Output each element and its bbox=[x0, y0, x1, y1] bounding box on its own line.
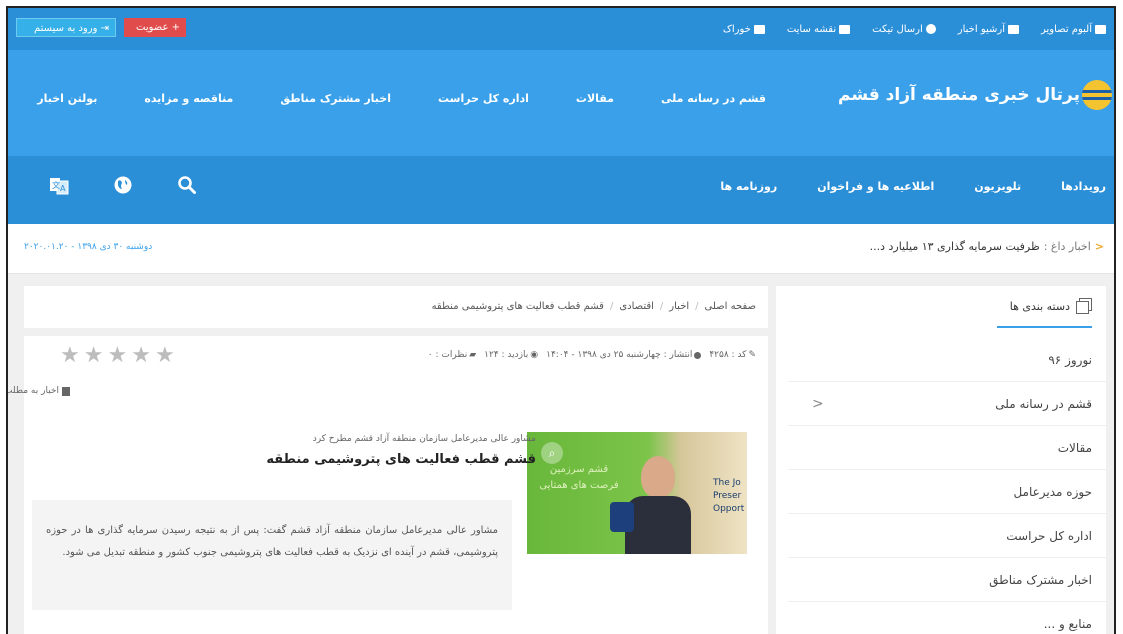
article-meta: ✎ کد : ۴۲۵۸ انتشار : چهارشنبه ۲۵ دی ۱۳۹۸ … bbox=[428, 350, 756, 360]
top-link-ticket[interactable]: ارسال تیکت bbox=[872, 24, 936, 35]
copy-icon bbox=[1076, 298, 1092, 314]
search-icon[interactable] bbox=[176, 174, 198, 196]
ticker-label: اخبار داغ : bbox=[1043, 240, 1091, 253]
svg-text:A: A bbox=[60, 184, 66, 193]
image-caption-text: قشم سرزمین فرصت های همتایی bbox=[539, 464, 619, 491]
top-links: آلبوم تصاویر آرشیو اخبار ارسال تیکت نقشه… bbox=[723, 8, 1106, 50]
category-item-joint-zones[interactable]: اخبار مشترک مناطق bbox=[788, 558, 1106, 602]
nav-item-joint-zones[interactable]: اخبار مشترک مناطق bbox=[280, 92, 391, 105]
translate-icon[interactable]: 文A bbox=[48, 174, 70, 196]
chevron-left-icon: < bbox=[812, 396, 824, 412]
join-button[interactable]: + عضویت bbox=[124, 18, 186, 37]
chevron-left-icon: < bbox=[1094, 240, 1104, 253]
image-side-text: The Jo Preser Opport bbox=[713, 478, 745, 514]
main-content: صفحه اصلی / اخبار / اقتصادی / قشم قطب فع… bbox=[8, 286, 768, 634]
category-item-articles[interactable]: مقالات bbox=[788, 426, 1106, 470]
article-visits: ◉ بازدید : ۱۲۴ bbox=[484, 350, 539, 360]
logo-emblem-icon bbox=[1082, 80, 1112, 110]
gallery-icon bbox=[1095, 24, 1106, 34]
top-link-sitemap[interactable]: نقشه سایت bbox=[787, 24, 851, 35]
ticker-headline[interactable]: ظرفیت سرمایه گذاری ۱۳ میلیارد د... bbox=[870, 240, 1040, 253]
current-date: دوشنبه ۳۰ دی ۱۳۹۸ - ۲۰۲۰.۰۱.۲۰ bbox=[24, 242, 153, 252]
site-title: پرتال خبری منطقه آزاد قشم bbox=[838, 85, 1080, 105]
article-kicker: مشاور عالی مدیرعامل سازمان منطقه آزاد قش… bbox=[312, 434, 536, 444]
breadcrumb: صفحه اصلی / اخبار / اقتصادی / قشم قطب فع… bbox=[24, 286, 768, 328]
site-logo[interactable]: پرتال خبری منطقه آزاد قشم bbox=[838, 80, 1112, 110]
article-image[interactable]: قشم سرزمین فرصت های همتایی The Jo Preser… bbox=[527, 432, 747, 554]
star-icon[interactable]: ★ bbox=[84, 344, 104, 368]
article-comments[interactable]: ▰ نظرات : ۰ bbox=[428, 350, 476, 360]
article-card: ✎ کد : ۴۲۵۸ انتشار : چهارشنبه ۲۵ دی ۱۳۹۸ … bbox=[8, 336, 768, 634]
categories-tab-label: دسته بندی ها bbox=[1009, 299, 1070, 313]
secondary-nav-links: رویدادها تلویزیون اطلاعیه ها و فراخوان ر… bbox=[720, 180, 1106, 193]
zoom-icon[interactable]: ⌕ bbox=[541, 442, 563, 464]
nav-item-articles[interactable]: مقالات bbox=[576, 92, 614, 105]
star-icon[interactable]: ★ bbox=[60, 344, 80, 368]
microphone-icon bbox=[610, 502, 634, 532]
user-plus-icon: + bbox=[171, 22, 180, 33]
pencil-icon: ✎ bbox=[748, 350, 756, 360]
nav-item-bulletin[interactable]: بولتن اخبار bbox=[37, 92, 97, 105]
nav-item-security[interactable]: اداره کل حراست bbox=[438, 92, 529, 105]
breadcrumb-economic[interactable]: اقتصادی bbox=[619, 286, 654, 328]
rss-icon bbox=[753, 24, 765, 34]
breadcrumb-news[interactable]: اخبار bbox=[669, 286, 689, 328]
rating-stars: ★ ★ ★ ★ ★ bbox=[60, 344, 175, 368]
archive-icon bbox=[1007, 24, 1019, 34]
top-link-archive[interactable]: آرشیو اخبار bbox=[958, 24, 1019, 35]
login-label: ورود به سیستم bbox=[33, 23, 98, 34]
nav-item-events[interactable]: رویدادها bbox=[1061, 180, 1106, 193]
news-ticker: دوشنبه ۳۰ دی ۱۳۹۸ - ۲۰۲۰.۰۱.۲۰ < اخبار د… bbox=[8, 224, 1114, 274]
nav-item-national-media[interactable]: قشم در رسانه ملی bbox=[661, 92, 766, 105]
secondary-nav: رویدادها تلویزیون اطلاعیه ها و فراخوان ر… bbox=[8, 156, 1114, 224]
top-link-gallery[interactable]: آلبوم تصاویر bbox=[1041, 24, 1106, 35]
nav-item-tenders[interactable]: مناقصه و مزایده bbox=[144, 92, 233, 105]
sitemap-icon bbox=[839, 24, 851, 34]
article-code: ✎ کد : ۴۲۵۸ bbox=[709, 350, 756, 360]
nav-item-newspapers[interactable]: روزنامه ها bbox=[720, 180, 777, 193]
article-title[interactable]: قشم قطب فعالیت های پتروشیمی منطقه bbox=[266, 452, 536, 467]
category-item-nowruz[interactable]: نوروز ۹۶ bbox=[788, 338, 1106, 382]
category-item-national-media[interactable]: قشم در رسانه ملی < bbox=[788, 382, 1106, 426]
interviewee-figure bbox=[625, 450, 691, 554]
comments-icon: ▰ bbox=[469, 350, 477, 360]
star-icon[interactable]: ★ bbox=[155, 344, 175, 368]
breadcrumb-current: قشم قطب فعالیت های پتروشیمی منطقه bbox=[431, 301, 604, 312]
join-label: عضویت bbox=[136, 22, 169, 33]
top-bar: ⇥ ورود به سیستم + عضویت آلبوم تصاویر آرش… bbox=[8, 8, 1114, 50]
globe-icon[interactable] bbox=[112, 174, 134, 196]
login-icon: ⇥ bbox=[100, 23, 109, 34]
secondary-nav-icons: 文A bbox=[48, 174, 198, 196]
top-link-rss[interactable]: خوراک bbox=[723, 24, 765, 35]
article-lead: مشاور عالی مدیرعامل سازمان منطقه آزاد قش… bbox=[32, 500, 512, 610]
star-icon[interactable]: ★ bbox=[131, 344, 151, 368]
breadcrumb-home[interactable]: صفحه اصلی bbox=[705, 286, 756, 328]
login-button[interactable]: ⇥ ورود به سیستم bbox=[16, 18, 116, 37]
article-published: انتشار : چهارشنبه ۲۵ دی ۱۳۹۸ - ۱۴:۰۴ bbox=[546, 350, 702, 360]
nav-item-tv[interactable]: تلویزیون bbox=[974, 180, 1021, 193]
category-item-ceo[interactable]: حوزه مدیرعامل bbox=[788, 470, 1106, 514]
svg-text:文: 文 bbox=[52, 180, 60, 190]
tab-underline bbox=[997, 326, 1092, 328]
categories-sidebar: دسته بندی ها نوروز ۹۶ قشم در رسانه ملی < … bbox=[776, 286, 1106, 634]
nav-item-announcements[interactable]: اطلاعیه ها و فراخوان bbox=[817, 180, 934, 193]
main-nav: قشم در رسانه ملی مقالات اداره کل حراست ا… bbox=[37, 92, 766, 105]
ticker-item[interactable]: < اخبار داغ : ظرفیت سرمایه گذاری ۱۳ میلی… bbox=[870, 240, 1104, 253]
category-item-security[interactable]: اداره کل حراست bbox=[788, 514, 1106, 558]
browser-frame: ⇥ ورود به سیستم + عضویت آلبوم تصاویر آرش… bbox=[6, 6, 1116, 634]
share-icon bbox=[62, 386, 70, 396]
categories-tab[interactable]: دسته بندی ها bbox=[997, 298, 1092, 328]
plus-circle-icon bbox=[925, 24, 936, 34]
clock-icon bbox=[694, 351, 702, 359]
site-header: پرتال خبری منطقه آزاد قشم قشم در رسانه م… bbox=[8, 50, 1114, 156]
share-count[interactable]: اخبار به مطلب : ۰ نفر bbox=[8, 386, 70, 396]
star-icon[interactable]: ★ bbox=[107, 344, 127, 368]
eye-icon: ◉ bbox=[530, 350, 539, 360]
category-list: نوروز ۹۶ قشم در رسانه ملی < مقالات حوزه م… bbox=[788, 338, 1106, 634]
category-item-more[interactable]: منابع و ... bbox=[788, 602, 1106, 634]
